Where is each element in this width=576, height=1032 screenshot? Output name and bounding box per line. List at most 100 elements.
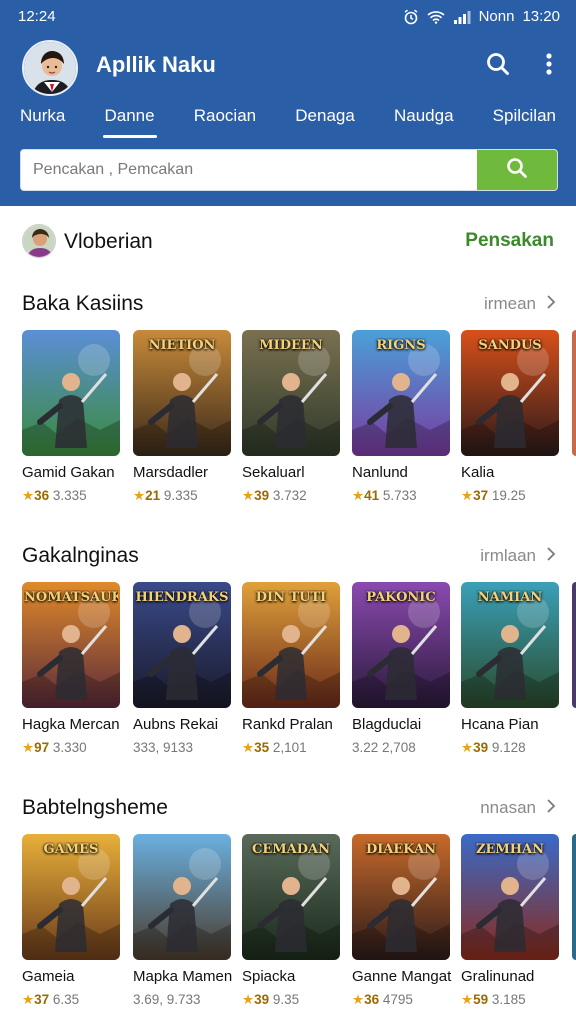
main-content: Vloberian Pensakan Baka Kasiins irmean G…: [0, 206, 576, 1024]
profile-row[interactable]: Vloberian Pensakan: [0, 222, 576, 262]
game-meta: 3.22 2,708: [352, 740, 416, 755]
game-card[interactable]: MIDEEN Sekaluarl ★39 3.732: [242, 330, 342, 516]
tab-danne[interactable]: Danne: [102, 98, 157, 138]
game-cover[interactable]: NOMATSAUK: [22, 582, 120, 708]
game-rating: 37: [473, 488, 489, 503]
game-row: GAMES Gameia ★37 6.35 Mapka Mamen 3.69, 9.73…: [22, 834, 576, 1024]
game-cover[interactable]: NIETION: [133, 330, 231, 456]
game-count: 3.185: [491, 992, 526, 1007]
game-cover[interactable]: CEMADAN: [242, 834, 340, 960]
game-meta: ★39 3.732: [242, 488, 307, 504]
game-cover[interactable]: PAKONIC: [352, 582, 450, 708]
star-icon: ★: [461, 992, 474, 1007]
status-time-left: 12:24: [18, 8, 56, 25]
section-1: Baka Kasiins irmean Gamid Gakan ★36 3.335…: [0, 288, 576, 528]
app-title: Apllik Naku: [96, 52, 216, 77]
section-more-link[interactable]: nnasan: [480, 798, 556, 818]
game-card[interactable]: NOMATSAUK Hagka Mercan ★97 3.330: [22, 582, 122, 768]
game-name: Aubns Rekai: [133, 716, 219, 733]
game-meta: ★59 3.185: [461, 992, 526, 1008]
star-icon: ★: [461, 740, 474, 755]
game-card[interactable]: ZEMHAN Gralinunad ★59 3.185: [461, 834, 561, 1020]
cover-title: NAMIAN: [477, 590, 543, 605]
game-card[interactable]: DIN TUTI Rankd Pralan ★35 2,101: [242, 582, 342, 768]
avatar[interactable]: [22, 40, 78, 96]
game-card[interactable]: PAKONIC Blagduclai 3.22 2,708: [352, 582, 452, 768]
tab-nurka[interactable]: Nurka: [20, 98, 65, 138]
profile-name: Vloberian: [64, 230, 153, 253]
game-card[interactable]: HIENDRAKS Aubns Rekai 333, 9133: [133, 582, 233, 768]
carrier-label: Nonn: [478, 8, 515, 25]
game-count: 9.128: [491, 740, 526, 755]
game-card[interactable]: RIGNS Nanlund ★41 5.733: [352, 330, 452, 516]
game-card[interactable]: Gamid Gakan ★36 3.335: [22, 330, 122, 516]
game-cover[interactable]: DIAEKAN: [352, 834, 450, 960]
section-more-link[interactable]: irmean: [484, 294, 556, 314]
game-meta: ★36 4795: [352, 992, 413, 1008]
alarm-icon: [403, 9, 419, 25]
tab-raocian[interactable]: Raocian: [194, 98, 256, 138]
section-3: Babtelngsheme nnasan GAMES Gameia ★37 6.35…: [0, 792, 576, 1032]
star-icon: ★: [352, 488, 365, 503]
profile-action-link[interactable]: Pensakan: [465, 230, 554, 252]
section-more-link[interactable]: irmlaan: [480, 546, 556, 566]
search-icon[interactable]: [484, 50, 512, 78]
top-header: 12:24 Nonn 13:20 Apllik Naku Nurka Danne…: [0, 0, 576, 206]
more-vert-icon[interactable]: [535, 50, 563, 78]
game-name: Sekaluarl: [242, 464, 305, 481]
section-title: Baka Kasiins: [22, 292, 144, 315]
star-icon: ★: [461, 488, 474, 503]
next-card-peek: [572, 582, 576, 708]
game-meta: ★35 2,101: [242, 740, 307, 756]
profile-avatar[interactable]: [22, 224, 56, 258]
game-name: Marsdadler: [133, 464, 209, 481]
game-meta: ★97 3.330: [22, 740, 87, 756]
cover-title: PAKONIC: [366, 590, 436, 605]
game-card[interactable]: NIETION Marsdadler ★21 9.335: [133, 330, 233, 516]
game-cover[interactable]: ZEMHAN: [461, 834, 559, 960]
section-header: Baka Kasiins irmean: [0, 288, 576, 322]
game-card[interactable]: SANDUS Kalia ★37 19.25: [461, 330, 561, 516]
game-name: Hcana Pian: [461, 716, 539, 733]
game-card[interactable]: GAMES Gameia ★37 6.35: [22, 834, 122, 1020]
game-name: Ganne Mangat: [352, 968, 452, 985]
tab-spilcilan[interactable]: Spilcilan: [493, 98, 556, 138]
search-button[interactable]: [477, 150, 557, 190]
game-rating: 39: [254, 992, 270, 1007]
more-label: nnasan: [480, 798, 536, 817]
tab-naudga[interactable]: Naudga: [394, 98, 454, 138]
cover-title: HIENDRAKS: [135, 590, 229, 605]
game-cover[interactable]: SANDUS: [461, 330, 559, 456]
game-name: Gamid Gakan: [22, 464, 115, 481]
game-cover[interactable]: GAMES: [22, 834, 120, 960]
game-rating: 36: [34, 488, 50, 503]
game-meta: 333, 9133: [133, 740, 193, 755]
game-cover[interactable]: [22, 330, 120, 456]
game-rating: 37: [34, 992, 50, 1007]
game-name: Mapka Mamen: [133, 968, 233, 985]
game-card[interactable]: CEMADAN Spiacka ★39 9.35: [242, 834, 342, 1020]
game-count: 3.69, 9.733: [133, 992, 201, 1007]
more-label: irmean: [484, 294, 536, 313]
tab-denaga[interactable]: Denaga: [295, 98, 355, 138]
game-cover[interactable]: RIGNS: [352, 330, 450, 456]
game-cover[interactable]: NAMIAN: [461, 582, 559, 708]
game-rating: 41: [364, 488, 380, 503]
game-cover[interactable]: HIENDRAKS: [133, 582, 231, 708]
game-cover[interactable]: DIN TUTI: [242, 582, 340, 708]
game-cover[interactable]: [133, 834, 231, 960]
game-card[interactable]: NAMIAN Hcana Pian ★39 9.128: [461, 582, 561, 768]
game-cover[interactable]: MIDEEN: [242, 330, 340, 456]
star-icon: ★: [22, 488, 35, 503]
tab-bar: Nurka Danne Raocian Denaga Naudga Spilci…: [0, 98, 576, 138]
search-input[interactable]: [21, 150, 477, 190]
game-card[interactable]: Mapka Mamen 3.69, 9.733: [133, 834, 233, 1020]
section-header: Gakalnginas irmlaan: [0, 540, 576, 574]
cover-title: ZEMHAN: [475, 842, 545, 857]
game-card[interactable]: DIAEKAN Ganne Mangat ★36 4795: [352, 834, 452, 1020]
game-name: Gralinunad: [461, 968, 535, 985]
cover-title: DIN TUTI: [255, 590, 327, 605]
game-count: 3.330: [52, 740, 87, 755]
cover-title: RIGNS: [376, 338, 426, 353]
game-count: 3.732: [272, 488, 307, 503]
